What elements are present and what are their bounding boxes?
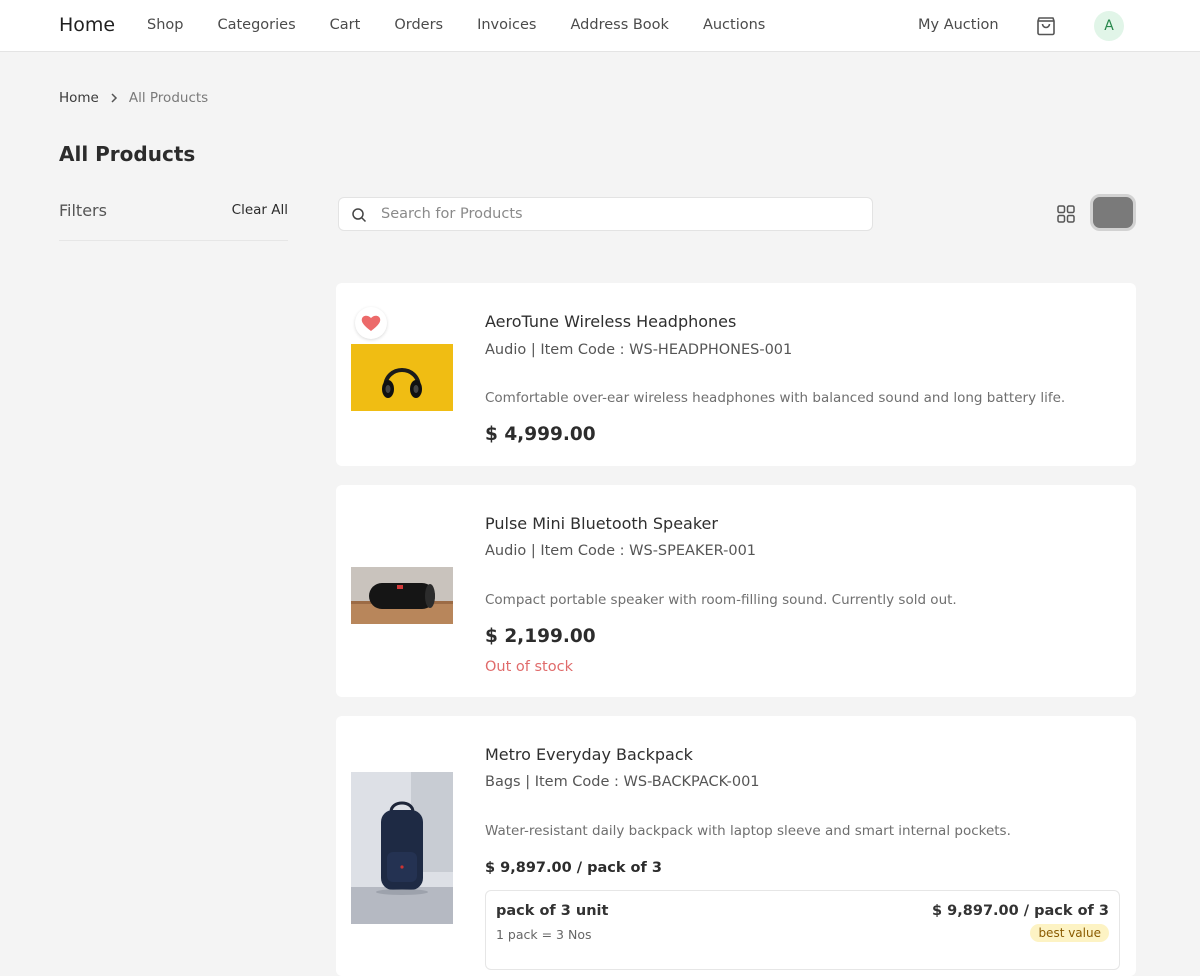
product-price: $ 9,897.00 / pack of 3 — [485, 860, 662, 876]
filters-label: Filters — [59, 201, 107, 220]
nav-link-address-book[interactable]: Address Book — [571, 17, 669, 33]
main-nav: Shop Categories Cart Orders Invoices Add… — [147, 17, 799, 33]
top-navbar: Home Shop Categories Cart Orders Invoice… — [0, 0, 1200, 52]
shopping-bag-icon[interactable] — [1034, 14, 1058, 38]
product-title[interactable]: Pulse Mini Bluetooth Speaker — [485, 514, 718, 533]
uom-price: $ 9,897.00 / pack of 3 — [932, 903, 1109, 919]
product-meta: Audio | Item Code : WS-HEADPHONES-001 — [485, 342, 793, 358]
breadcrumb: Home All Products — [59, 90, 208, 106]
search-icon — [351, 207, 367, 223]
speaker-image[interactable] — [351, 567, 453, 624]
nav-link-orders[interactable]: Orders — [394, 17, 443, 33]
nav-link-shop[interactable]: Shop — [147, 17, 183, 33]
uom-option[interactable]: pack of 3 unit 1 pack = 3 Nos $ 9,897.00… — [485, 890, 1120, 970]
breadcrumb-home-link[interactable]: Home — [59, 90, 99, 106]
breadcrumb-current: All Products — [128, 90, 209, 106]
product-meta: Audio | Item Code : WS-SPEAKER-001 — [485, 543, 757, 559]
brand-home-link[interactable]: Home — [59, 14, 115, 36]
product-meta: Bags | Item Code : WS-BACKPACK-001 — [485, 774, 760, 790]
grid-view-icon[interactable] — [1056, 204, 1076, 224]
nav-link-invoices[interactable]: Invoices — [477, 17, 536, 33]
product-title[interactable]: AeroTune Wireless Headphones — [485, 312, 736, 331]
list-view-toggle[interactable] — [1090, 194, 1136, 231]
product-price: $ 4,999.00 — [485, 424, 596, 445]
filters-header: Filters Clear All — [59, 200, 288, 241]
product-description: Compact portable speaker with room-filli… — [485, 592, 957, 608]
out-of-stock-label: Out of stock — [485, 659, 573, 675]
best-value-badge: best value — [1030, 924, 1109, 942]
nav-link-categories[interactable]: Categories — [217, 17, 295, 33]
search-box[interactable] — [338, 197, 873, 231]
product-card[interactable]: AeroTune Wireless Headphones Audio | Ite… — [336, 283, 1136, 466]
uom-conversion: 1 pack = 3 Nos — [496, 927, 592, 942]
search-input[interactable] — [381, 198, 861, 230]
page-title: All Products — [59, 142, 196, 166]
product-description: Water-resistant daily backpack with lapt… — [485, 823, 1011, 839]
product-title[interactable]: Metro Everyday Backpack — [485, 745, 693, 764]
headphones-image[interactable] — [351, 344, 453, 411]
nav-link-auctions[interactable]: Auctions — [703, 17, 765, 33]
chevron-right-icon — [107, 91, 121, 105]
nav-link-cart[interactable]: Cart — [330, 17, 361, 33]
product-price: $ 2,199.00 — [485, 626, 596, 647]
backpack-image[interactable] — [351, 772, 453, 924]
product-card[interactable]: Metro Everyday Backpack Bags | Item Code… — [336, 716, 1136, 976]
uom-name: pack of 3 unit — [496, 903, 609, 919]
clear-all-button[interactable]: Clear All — [232, 202, 288, 218]
product-description: Comfortable over-ear wireless headphones… — [485, 390, 1066, 406]
user-avatar[interactable]: A — [1094, 11, 1124, 41]
wishlist-heart-icon[interactable] — [355, 307, 387, 339]
my-auction-link[interactable]: My Auction — [918, 17, 999, 33]
product-card[interactable]: Pulse Mini Bluetooth Speaker Audio | Ite… — [336, 485, 1136, 697]
